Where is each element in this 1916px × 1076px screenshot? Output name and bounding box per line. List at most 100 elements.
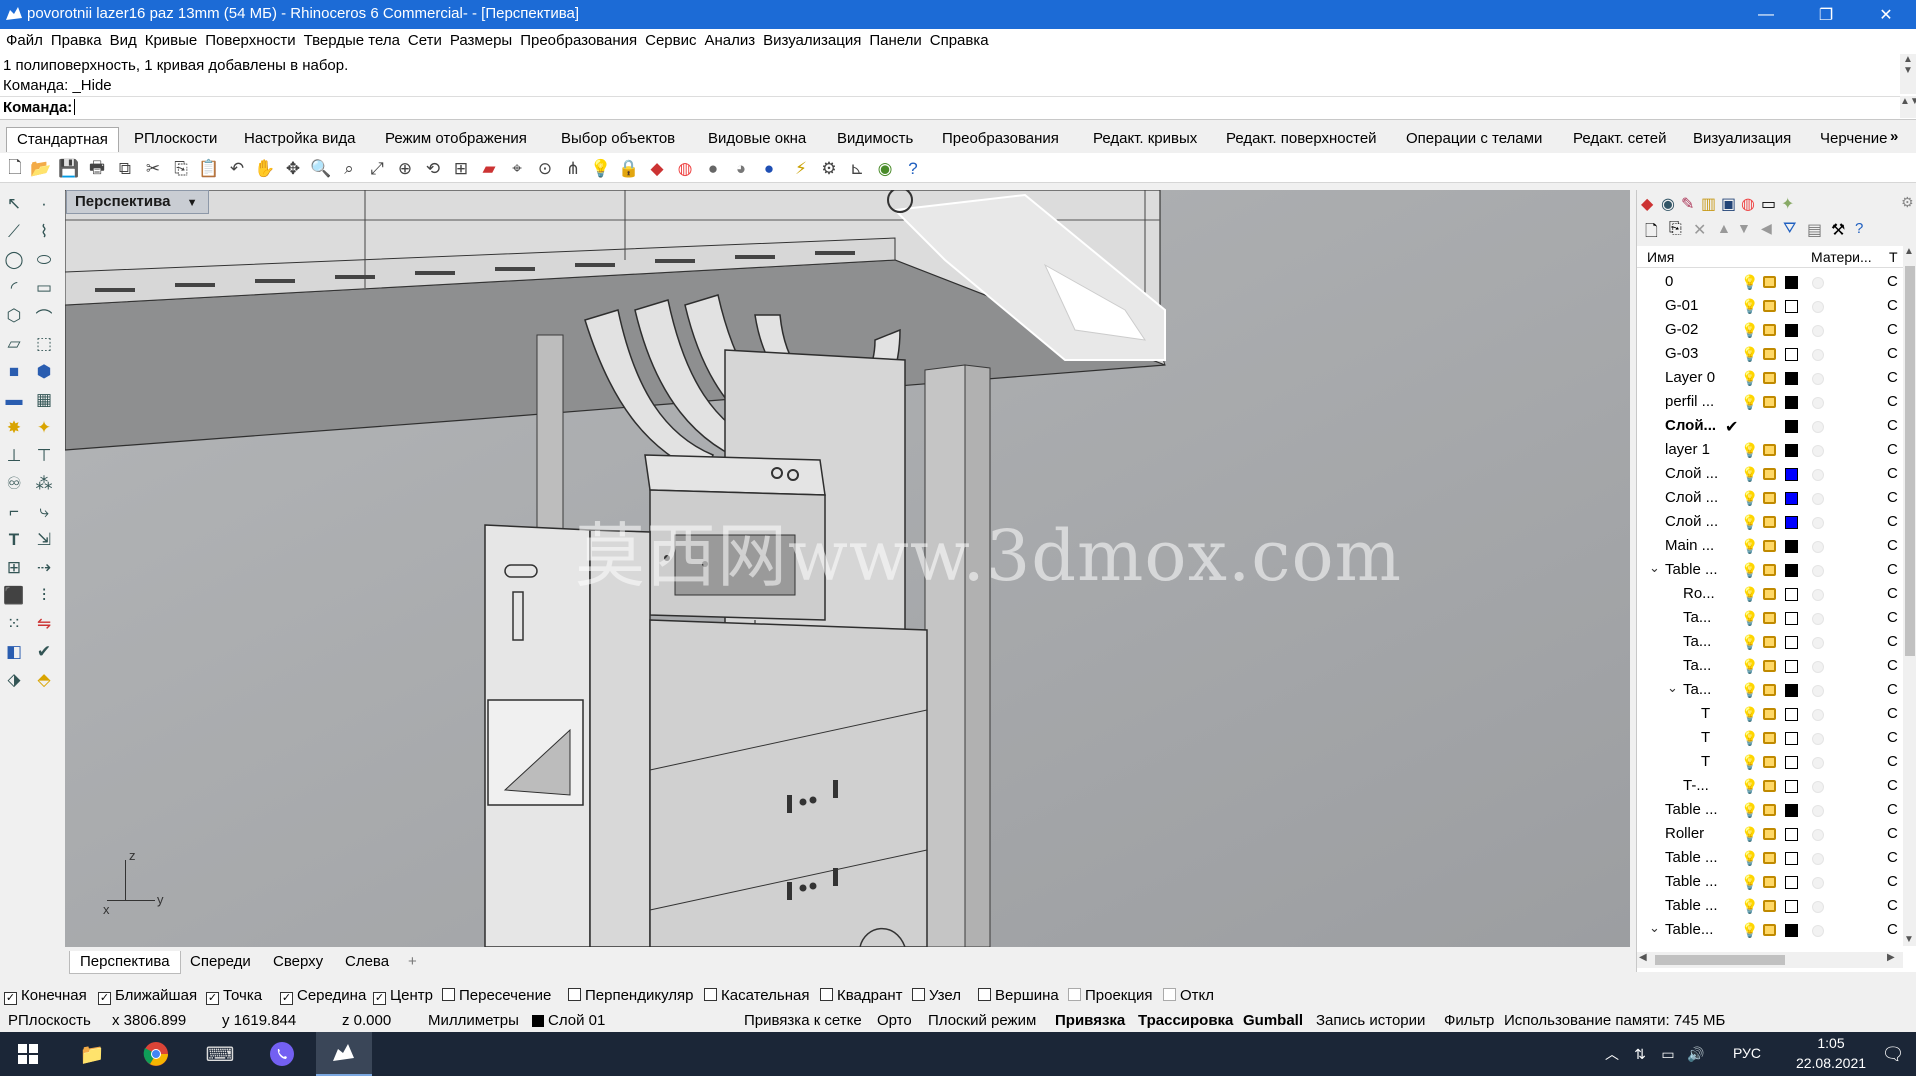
zoom-selected-icon[interactable]: ⊕ <box>394 158 416 180</box>
osnap-option[interactable]: ✓ Центр <box>373 987 433 1005</box>
osnap-option[interactable]: Узел <box>912 987 961 1004</box>
unlocked-icon[interactable] <box>1763 636 1776 648</box>
layer-row[interactable]: G-02 💡 С <box>1637 318 1903 342</box>
layer-color-swatch[interactable] <box>1785 660 1798 673</box>
circle-icon[interactable]: ◯ <box>2 248 26 272</box>
maximize-button[interactable]: ❐ <box>1796 0 1856 29</box>
mirror-icon[interactable]: ⇋ <box>32 612 56 636</box>
layer-color-swatch[interactable] <box>1785 732 1798 745</box>
delete-layer-icon[interactable]: ✕ <box>1693 220 1706 240</box>
tab-drafting[interactable]: Черчение <box>1820 130 1888 147</box>
material-icon[interactable] <box>1812 373 1824 385</box>
clock-time[interactable]: 1:05 <box>1796 1035 1866 1051</box>
vtab-perspective[interactable]: Перспектива <box>69 951 181 974</box>
layer-name[interactable]: Layer 0 <box>1665 369 1715 386</box>
layer-name[interactable]: Ta... <box>1683 609 1711 626</box>
visibility-bulb-icon[interactable]: 💡 <box>1741 754 1758 770</box>
zoom-icon[interactable]: 🔍 <box>310 158 332 180</box>
layer-row[interactable]: Ro... 💡 С <box>1637 582 1903 606</box>
visibility-bulb-icon[interactable]: 💡 <box>1741 466 1758 482</box>
file-explorer-icon[interactable]: 📁 <box>64 1032 120 1076</box>
viber-icon[interactable] <box>254 1032 310 1076</box>
undo-icon[interactable]: ↶ <box>226 158 248 180</box>
osnap-option[interactable]: Проекция <box>1068 987 1152 1004</box>
trim-icon[interactable]: ⊥ <box>2 444 26 468</box>
layer-color-swatch[interactable] <box>1785 756 1798 769</box>
visibility-bulb-icon[interactable]: 💡 <box>1741 778 1758 794</box>
checkbox-unchecked-icon[interactable] <box>442 988 455 1001</box>
layer-row[interactable]: G-03 💡 С <box>1637 342 1903 366</box>
unlocked-icon[interactable] <box>1763 300 1776 312</box>
polyline-icon[interactable]: ⟋ <box>2 220 26 244</box>
join-icon[interactable]: ♾ <box>2 472 26 496</box>
checkbox-unchecked-icon[interactable] <box>568 988 581 1001</box>
material-icon[interactable] <box>1812 445 1824 457</box>
layer-row[interactable]: Layer 0 💡 С <box>1637 366 1903 390</box>
visibility-bulb-icon[interactable]: 💡 <box>1741 394 1758 410</box>
layer-row[interactable]: Table ... 💡 С <box>1637 798 1903 822</box>
layer-color-swatch[interactable] <box>1785 708 1798 721</box>
checkbox-unchecked-icon[interactable] <box>912 988 925 1001</box>
light-spot-icon[interactable]: ✦ <box>32 416 56 440</box>
open-folder-icon[interactable]: 📂 <box>30 158 52 180</box>
split-icon[interactable]: ⊤ <box>32 444 56 468</box>
print-icon[interactable]: 🖶 <box>86 158 108 180</box>
layer-name[interactable]: G-03 <box>1665 345 1698 362</box>
material-icon[interactable] <box>1812 277 1824 289</box>
layer-row[interactable]: ⌄ Table... 💡 С <box>1637 918 1903 942</box>
grid-icon[interactable]: ⊙ <box>534 158 556 180</box>
layer-name[interactable]: Roller <box>1665 825 1704 842</box>
rectangle-icon[interactable]: ▭ <box>32 276 56 300</box>
material-icon[interactable] <box>1812 853 1824 865</box>
array-icon[interactable]: ⁙ <box>2 612 26 636</box>
dimension-icon[interactable]: ⊾ <box>846 158 868 180</box>
unlocked-icon[interactable] <box>1763 852 1776 864</box>
layers-tab-icon[interactable]: ◉ <box>1661 194 1675 214</box>
material-icon[interactable] <box>1812 613 1824 625</box>
align-icon[interactable]: ⫶ <box>32 584 56 608</box>
hide-icon[interactable]: ⬗ <box>2 668 26 692</box>
status-planar[interactable]: Плоский режим <box>928 1012 1036 1029</box>
unlocked-icon[interactable] <box>1763 876 1776 888</box>
layer-name[interactable]: Table ... <box>1665 561 1718 578</box>
menu-solids[interactable]: Твердые тела <box>304 29 408 54</box>
select-all-icon[interactable]: ⌖ <box>506 158 528 180</box>
close-button[interactable]: ✕ <box>1856 0 1916 29</box>
command-scrollbar[interactable]: ▲▼ <box>1900 96 1916 118</box>
render-tab-icon[interactable]: ✎ <box>1681 194 1694 214</box>
visibility-bulb-icon[interactable]: 💡 <box>1741 514 1758 530</box>
save-icon[interactable]: 💾 <box>58 158 80 180</box>
layer-color-swatch[interactable] <box>1785 324 1798 337</box>
layer-color-swatch[interactable] <box>1785 924 1798 937</box>
layer-name[interactable]: Table ... <box>1665 897 1718 914</box>
shaded-sphere-icon[interactable]: ● <box>702 158 724 180</box>
status-smarttrack[interactable]: Трассировка <box>1138 1012 1233 1029</box>
layer-color-swatch[interactable] <box>1785 276 1798 289</box>
status-osnap[interactable]: Привязка <box>1055 1012 1125 1029</box>
move-layer-up-icon[interactable]: ▲ <box>1717 220 1731 236</box>
zoom-window-icon[interactable]: ⌕ <box>338 158 360 180</box>
chrome-icon[interactable] <box>128 1032 184 1076</box>
notifications-icon[interactable]: 🗨 <box>1870 1032 1916 1076</box>
visibility-bulb-icon[interactable]: 💡 <box>1741 490 1758 506</box>
visibility-bulb-icon[interactable]: 💡 <box>1741 298 1758 314</box>
layer-row[interactable]: 0 💡 С <box>1637 270 1903 294</box>
layers-icon[interactable]: ◆ <box>646 158 668 180</box>
unlocked-icon[interactable] <box>1763 468 1776 480</box>
material-icon[interactable] <box>1812 781 1824 793</box>
menu-view[interactable]: Вид <box>110 29 145 54</box>
osnap-option[interactable]: Квадрант <box>820 987 902 1004</box>
unlocked-icon[interactable] <box>1763 516 1776 528</box>
check-icon[interactable]: ✔ <box>32 640 56 664</box>
osnap-option[interactable]: Касательная <box>704 987 809 1004</box>
layer-color-swatch[interactable] <box>1785 876 1798 889</box>
osnap-option[interactable]: ✓ Середина <box>280 987 366 1005</box>
unlocked-icon[interactable] <box>1763 588 1776 600</box>
checkbox-checked-icon[interactable]: ✓ <box>280 992 293 1005</box>
layer-name[interactable]: Слой ... <box>1665 489 1718 506</box>
column-t[interactable]: Т <box>1889 249 1898 265</box>
layers-help-icon[interactable]: ? <box>1855 220 1863 237</box>
tab-viewport-layout[interactable]: Видовые окна <box>708 130 806 147</box>
menu-meshes[interactable]: Сети <box>408 29 450 54</box>
menu-render[interactable]: Визуализация <box>763 29 869 54</box>
